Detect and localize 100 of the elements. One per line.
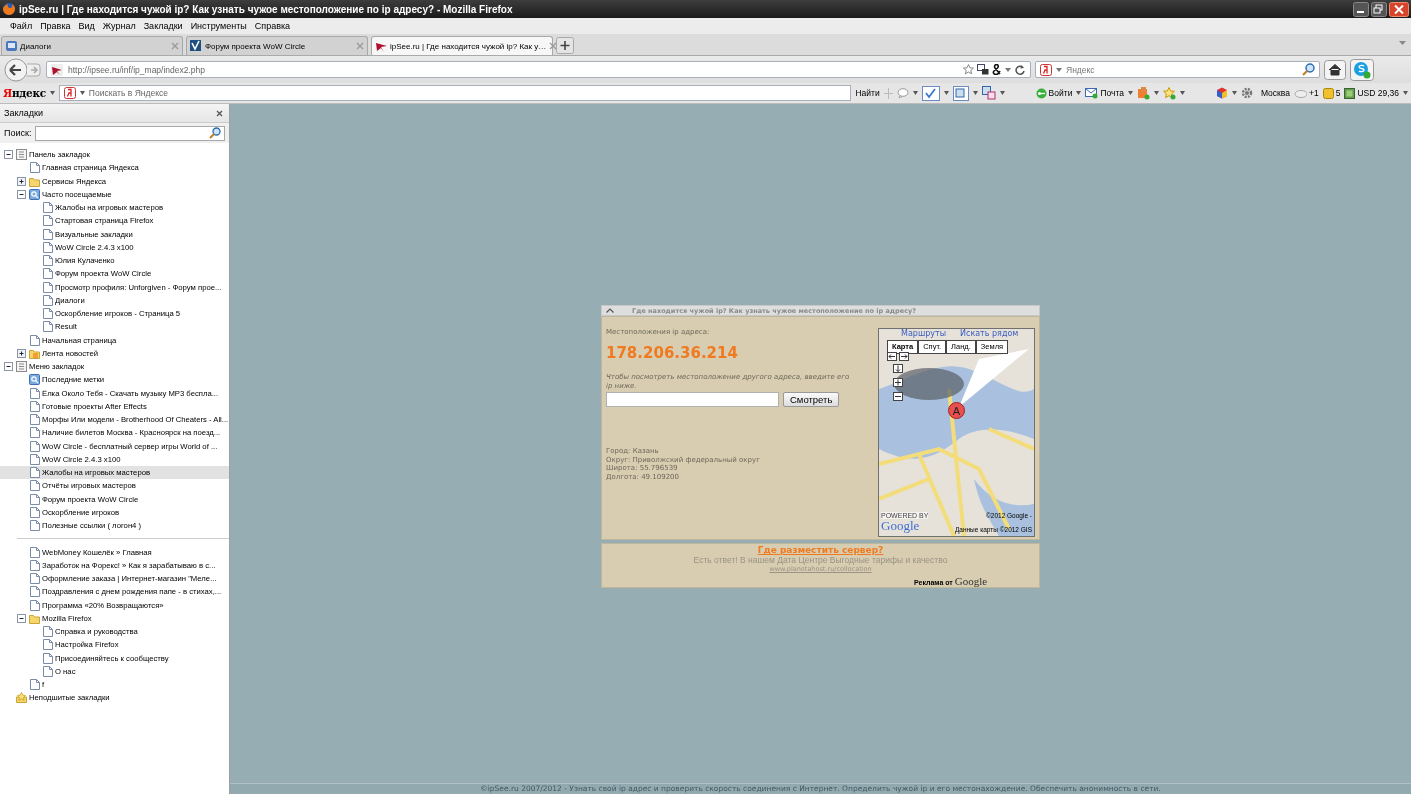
- tab-list-icon[interactable]: [1399, 41, 1406, 46]
- tab[interactable]: Диалоги: [1, 36, 183, 55]
- page-icon: [42, 639, 53, 651]
- site-icon: [51, 63, 63, 76]
- ampersand-icon[interactable]: [992, 64, 1002, 75]
- page-icon: [29, 414, 40, 426]
- new-tab-button[interactable]: [556, 37, 574, 54]
- login-button[interactable]: Войти: [1035, 87, 1073, 99]
- dropdown-icon[interactable]: [999, 91, 1005, 95]
- yandex-icon: [1040, 63, 1052, 76]
- tree-toggle[interactable]: [4, 362, 13, 372]
- currency-button[interactable]: USD 29,36: [1344, 87, 1399, 99]
- city-label[interactable]: Москва: [1260, 88, 1290, 98]
- weather-button[interactable]: +1: [1293, 88, 1319, 98]
- back-forward-buttons[interactable]: [4, 57, 42, 82]
- search-icon[interactable]: [209, 127, 221, 139]
- dropdown-icon[interactable]: [972, 91, 978, 95]
- dropdown-icon[interactable]: [1005, 67, 1011, 72]
- dropdown-icon[interactable]: [1128, 91, 1133, 95]
- tab[interactable]: Форум проекта WoW Circle: [186, 36, 368, 55]
- google-logo: Google: [881, 519, 921, 532]
- page-icon: [42, 294, 53, 306]
- pan-left-button[interactable]: [887, 352, 897, 361]
- bookmarks-list-icon: [16, 149, 27, 161]
- page-icon: [29, 599, 40, 611]
- dropdown-icon[interactable]: [1403, 91, 1408, 95]
- tree-toggle[interactable]: [17, 348, 26, 358]
- page-icon: [42, 308, 53, 320]
- drag-icon: [883, 87, 893, 99]
- box-icon: [1322, 87, 1334, 99]
- menu-item[interactable]: Журнал: [98, 21, 140, 31]
- menu-item[interactable]: Файл: [6, 21, 37, 31]
- page-icon: [29, 559, 40, 571]
- page-icon: [42, 665, 53, 677]
- page-icon: [29, 467, 40, 479]
- favicon-icon: [5, 40, 17, 52]
- menu-item[interactable]: Справка: [250, 21, 295, 31]
- menu-item[interactable]: Закладки: [139, 21, 187, 31]
- dropdown-icon[interactable]: [49, 91, 55, 95]
- dropdown-icon[interactable]: [912, 91, 918, 95]
- ip-address: 178.206.36.214: [606, 344, 739, 362]
- page-icon: [42, 241, 53, 253]
- zoom-in-button[interactable]: [893, 378, 903, 387]
- settings-icon[interactable]: [1240, 87, 1253, 99]
- dropdown-icon[interactable]: [79, 91, 85, 95]
- find-button[interactable]: Найти: [855, 88, 880, 98]
- counter-button[interactable]: 5: [1322, 87, 1341, 99]
- star-icon[interactable]: [1163, 86, 1176, 100]
- bookmark-search-field[interactable]: [35, 125, 225, 141]
- minimize-button[interactable]: [1353, 1, 1369, 17]
- dropdown-icon[interactable]: [1056, 67, 1062, 72]
- zoom-out-button[interactable]: [893, 392, 903, 401]
- home-button[interactable]: [1324, 59, 1346, 80]
- page-icon: [29, 520, 40, 532]
- close-icon[interactable]: [216, 109, 223, 117]
- page-icon: [42, 228, 53, 240]
- dropdown-icon[interactable]: [1154, 91, 1159, 95]
- star-icon[interactable]: [963, 64, 974, 75]
- menu-item[interactable]: Инструменты: [186, 21, 251, 31]
- close-button[interactable]: [1389, 1, 1409, 17]
- restore-button[interactable]: [1371, 1, 1387, 17]
- tree-toggle[interactable]: [17, 189, 26, 199]
- ip-input-field[interactable]: [606, 392, 779, 407]
- pan-right-button[interactable]: [899, 352, 909, 361]
- map-link[interactable]: Маршруты: [901, 329, 946, 338]
- yandex-icon: [63, 87, 76, 99]
- view-button[interactable]: Смотреть: [783, 392, 840, 407]
- magnifier-folder-icon: [29, 374, 40, 386]
- dropdown-icon[interactable]: [943, 91, 949, 95]
- tree-toggle[interactable]: [4, 150, 13, 160]
- search-label: Поиск:: [4, 128, 32, 138]
- page-icon: [29, 162, 40, 174]
- google-logo: Google: [954, 575, 988, 587]
- menu-item[interactable]: Вид: [74, 21, 99, 31]
- dropdown-icon[interactable]: [1231, 91, 1237, 95]
- key-icon: [1035, 87, 1047, 99]
- search-field[interactable]: Яндекс: [1035, 61, 1320, 78]
- menu-item[interactable]: Правка: [36, 21, 75, 31]
- address-field[interactable]: http://ipsee.ru/inf/ip_map/index2.php: [46, 61, 1031, 78]
- pan-down-button[interactable]: [893, 364, 903, 373]
- translate-button[interactable]: [952, 85, 969, 101]
- firefox-icon: [2, 2, 16, 16]
- bookmarks-list-icon: [16, 361, 27, 373]
- mail-button[interactable]: Почта: [1085, 87, 1124, 99]
- page-icon: [42, 268, 53, 280]
- collapse-icon[interactable]: [606, 308, 614, 313]
- tree-toggle[interactable]: [17, 176, 26, 186]
- search-icon[interactable]: [1302, 63, 1315, 76]
- magnifier-folder-icon: [29, 188, 40, 200]
- tab[interactable]: ipSee.ru | Где находится чужой ip? Как у…: [371, 36, 553, 55]
- spellcheck-button[interactable]: [921, 85, 940, 101]
- page-icon: [29, 506, 40, 518]
- map-link[interactable]: Искать рядом: [960, 329, 1019, 338]
- dropdown-icon[interactable]: [1076, 91, 1082, 95]
- search-field[interactable]: Поискать в Яндексе: [58, 85, 852, 101]
- tree-toggle[interactable]: [17, 613, 26, 623]
- cube-icon[interactable]: [1215, 87, 1228, 99]
- reload-icon[interactable]: [1014, 63, 1026, 76]
- dropdown-icon[interactable]: [1180, 91, 1185, 95]
- translate-icon[interactable]: [977, 64, 989, 75]
